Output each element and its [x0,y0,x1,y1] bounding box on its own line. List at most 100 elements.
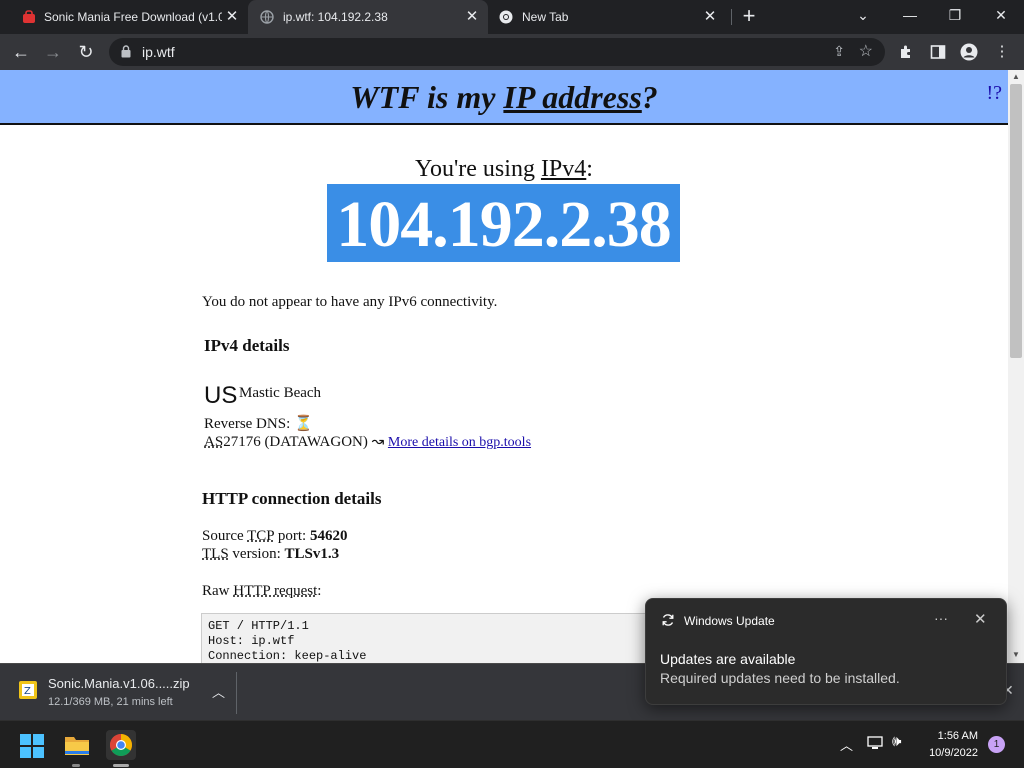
menu-kebab-icon[interactable]: ⋮ [992,42,1012,62]
tray-chevron-up-icon[interactable]: ︿ [840,735,853,754]
windows-start-icon[interactable] [20,734,44,758]
chrome-taskbar-icon[interactable] [106,730,136,760]
reload-icon[interactable]: ↻ [74,40,98,64]
url-text: ip.wtf [142,44,175,60]
ipv4-details-heading: IPv4 details [204,336,290,355]
sync-icon [661,613,675,630]
chrome-icon [499,10,513,27]
sonic-favicon-icon [22,10,36,27]
globe-icon [260,10,274,27]
tls-abbr[interactable]: TLS [202,546,229,562]
download-status: 12.1/369 MB, 21 mins left [48,696,173,708]
tab-search-chevron-icon[interactable]: ⌄ [850,4,876,26]
download-filename: Sonic.Mania.v1.06.....zip [48,676,190,691]
tab-ip-wtf[interactable]: ip.wtf: 104.192.2.38 ✕ [248,0,488,34]
ipv4-abbr[interactable]: IPv4 [541,156,586,182]
raw-colon: : [317,583,322,599]
minimize-icon[interactable]: — [897,4,923,26]
clock-date[interactable]: 10/9/2022 [914,747,978,759]
reverse-dns-line: Reverse DNS: ⏳ [204,414,313,433]
scroll-down-arrow-icon[interactable]: ▼ [1008,648,1024,662]
more-options-icon[interactable]: ··· [934,610,948,626]
scrollbar-thumb[interactable] [1010,84,1022,358]
bgp-tools-link[interactable]: More details on bgp.tools [388,435,531,450]
no-ipv6-message: You do not appear to have any IPv6 conne… [202,294,498,310]
help-link[interactable]: !? [986,82,1002,105]
asn-text: 27176 (DATAWAGON) ↝ [223,434,388,450]
reverse-dns-label: Reverse DNS: [204,416,291,432]
lock-icon[interactable] [121,45,131,63]
http-request-abbr[interactable]: HTTP request [233,583,317,599]
close-tab-icon[interactable]: ✕ [464,9,480,25]
raw-label: Raw [202,583,234,599]
country-code: US [204,382,238,409]
close-tab-icon[interactable]: ✕ [224,9,240,25]
tab-label: Sonic Mania Free Download (v1.0 [44,10,222,24]
new-tab-plus-icon[interactable]: + [738,5,760,28]
notification-count-badge[interactable]: 1 [988,736,1005,753]
raw-request-line: Host: ip.wtf [208,634,295,648]
side-panel-icon[interactable] [928,42,948,62]
asn-line: AS27176 (DATAWAGON) ↝ More details on bg… [204,432,531,451]
city-name: Mastic Beach [239,385,322,401]
ip-address[interactable]: 104.192.2.38 [327,187,680,263]
forward-arrow-icon[interactable]: → [41,40,65,64]
title-ip-address-abbr[interactable]: IP address [503,79,641,115]
web-page: WTF is my IP address? !? You're using IP… [0,70,1008,663]
using-text: You're using [415,156,541,182]
notification-title: Updates are available [660,651,796,667]
using-colon: : [586,156,593,182]
close-tab-icon[interactable]: ✕ [702,9,718,25]
source-port-value: 54620 [309,528,348,544]
site-header: WTF is my IP address? !? [0,70,1008,125]
tls-version-value: TLSv1.3 [284,546,340,562]
browser-toolbar: ← → ↻ ip.wtf ⇪ ☆ ⋮ [0,34,1024,70]
tab-sonic-mania[interactable]: Sonic Mania Free Download (v1.0 ✕ [8,0,248,34]
raw-request-line: GET / HTTP/1.1 [208,619,309,633]
source-port-line: Source TCP port: 54620 [202,528,347,545]
notification-body: Required updates need to be installed. [660,670,900,686]
network-icon[interactable] [866,735,884,751]
bookmark-star-icon[interactable]: ☆ [859,41,873,61]
restore-icon[interactable]: ❐ [942,4,968,26]
page-scrollbar[interactable]: ▲ ▼ [1008,70,1024,663]
title-question: ? [641,79,658,115]
tls-label: version: [228,546,285,562]
raw-request-label: Raw HTTP request: [202,583,321,600]
raw-http-request-block: GET / HTTP/1.1 Host: ip.wtf Connection: … [201,613,661,663]
http-details-heading: HTTP connection details [202,489,382,508]
tab-label: New Tab [522,10,569,24]
close-notification-icon[interactable]: ✕ [974,610,987,628]
source-label: Source [202,528,248,544]
back-arrow-icon[interactable]: ← [9,40,33,64]
volume-icon[interactable]: 🕪 [892,733,901,750]
explorer-running-indicator [72,764,80,767]
svg-text:Z: Z [24,686,31,697]
page-title: WTF is my IP address? [0,79,1008,116]
zip-file-icon: Z [18,680,38,700]
share-icon[interactable]: ⇪ [833,43,845,60]
extensions-puzzle-icon[interactable] [896,42,916,62]
close-window-icon[interactable]: ✕ [988,4,1014,26]
download-separator [236,672,237,714]
tab-new-tab[interactable]: New Tab ✕ [490,0,726,34]
tls-version-line: TLS version: TLSv1.3 [202,546,339,563]
chrome-running-indicator [113,764,129,767]
notification-app-name: Windows Update [684,614,775,628]
profile-avatar-icon[interactable] [959,42,979,62]
tcp-abbr[interactable]: TCP [247,528,274,544]
ip-version-line: You're using IPv4: [0,156,1008,183]
hourglass-icon: ⏳ [294,416,313,432]
address-bar[interactable]: ip.wtf ⇪ ☆ [109,38,885,66]
ip-address-highlight[interactable]: 104.192.2.38 [327,184,680,262]
clock-time[interactable]: 1:56 AM [920,730,978,742]
file-explorer-icon[interactable] [64,733,90,757]
raw-request-line: Connection: keep-alive [208,649,367,663]
chevron-up-icon[interactable]: ︿ [212,682,225,701]
scroll-up-arrow-icon[interactable]: ▲ [1008,70,1024,84]
as-abbr[interactable]: AS [204,434,223,450]
download-item[interactable]: Z Sonic.Mania.v1.06.....zip 12.1/369 MB,… [8,670,234,714]
tab-separator [731,9,732,25]
title-text: WTF is my [350,79,504,115]
windows-update-notification[interactable]: Windows Update ··· ✕ Updates are availab… [645,598,1007,705]
